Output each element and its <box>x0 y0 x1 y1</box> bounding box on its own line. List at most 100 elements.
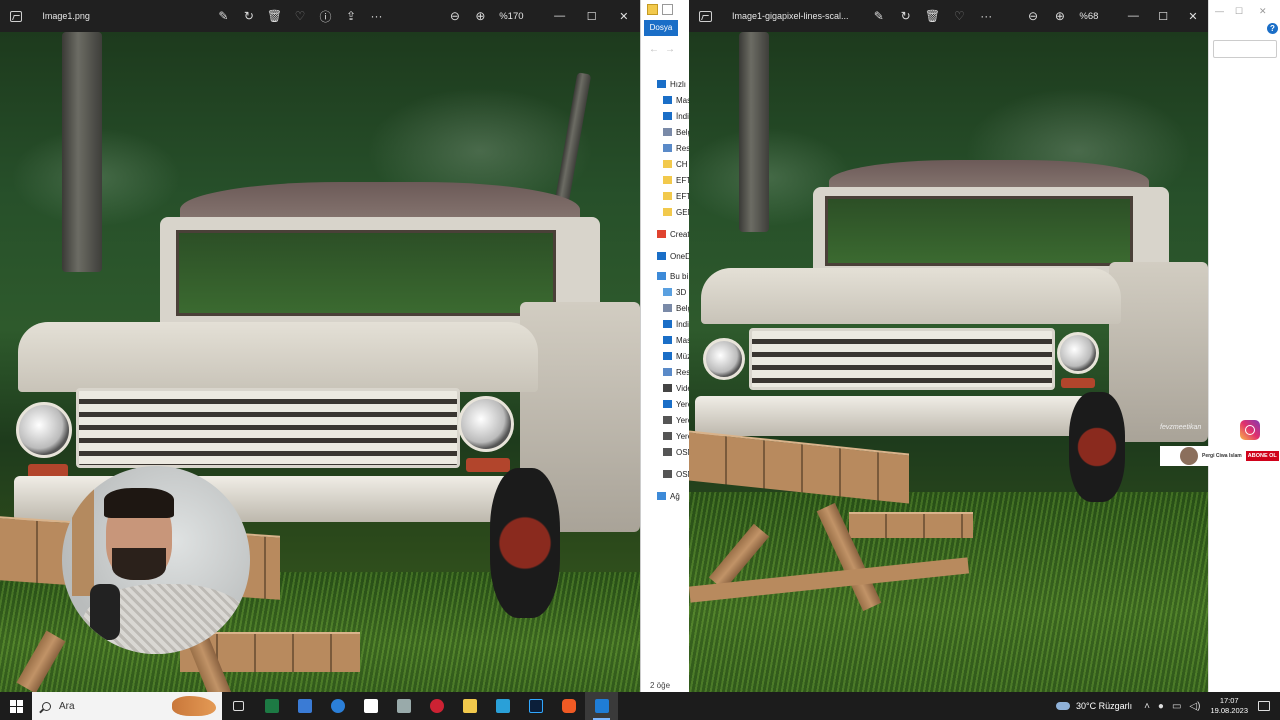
channel-name: Pergi Ciwa Islam <box>1202 453 1242 459</box>
task-view-button[interactable] <box>222 692 255 720</box>
subscribe-banner: Pergi Ciwa Islam ABONE OL <box>1160 446 1280 466</box>
nav-item[interactable]: 3D <box>641 284 689 300</box>
taskbar-app-typora[interactable] <box>354 692 387 720</box>
delete-icon[interactable]: 🗑 <box>262 0 288 32</box>
date: 19.08.2023 <box>1210 706 1248 715</box>
nav-arrows[interactable]: ←→ <box>649 44 681 55</box>
share-icon[interactable]: ⇪ <box>338 0 364 32</box>
taskbar-app-calculator[interactable] <box>288 692 321 720</box>
nav-item-label: OneD <box>670 251 689 261</box>
nav-item[interactable]: Belg <box>641 124 689 140</box>
clock[interactable]: 17:07 19.08.2023 <box>1210 696 1248 716</box>
taskbar-app-photoshop[interactable] <box>519 692 552 720</box>
taskbar-app-explorer[interactable] <box>453 692 486 720</box>
close-button[interactable]: ✕ <box>608 0 640 32</box>
download-icon <box>663 112 672 120</box>
nav-item-label: Mas <box>676 95 689 105</box>
close-button[interactable]: ✕ <box>1178 0 1208 32</box>
rotate-icon[interactable]: ↻ <box>892 0 919 32</box>
start-button[interactable] <box>0 692 32 720</box>
drive-icon <box>663 416 672 424</box>
zoom-out-icon[interactable]: ⊖ <box>442 0 468 32</box>
taskbar-app-excel[interactable] <box>255 692 288 720</box>
nav-item[interactable]: Bu bi <box>641 268 689 284</box>
nav-item[interactable]: İndi <box>641 316 689 332</box>
zoom-level[interactable]: %68 <box>1079 11 1098 22</box>
nav-item[interactable]: İndi <box>641 108 689 124</box>
nav-item-label: Resi <box>676 143 689 153</box>
maximize-button[interactable]: ☐ <box>576 0 608 32</box>
ribbon-file-tab[interactable]: Dosya <box>644 20 678 36</box>
file-explorer: Dosya ←→ Hızlı Mas İndi Belg Resi CH EFT EFT GEN… <box>640 0 689 692</box>
microphone-icon[interactable]: ● <box>1158 701 1164 712</box>
help-icon[interactable]: ? <box>1267 23 1278 34</box>
zoom-out-icon[interactable]: ⊖ <box>1020 0 1047 32</box>
zoom-level[interactable]: %170 <box>499 11 523 22</box>
properties-icon[interactable] <box>662 4 673 15</box>
photo-canvas-right[interactable] <box>689 32 1208 692</box>
taskbar-app-photos[interactable] <box>585 692 618 720</box>
nav-item[interactable]: OSM <box>641 444 689 460</box>
delete-icon[interactable]: 🗑 <box>919 0 946 32</box>
taskbar-app-tool[interactable] <box>387 692 420 720</box>
taskbar-app-browser[interactable] <box>321 692 354 720</box>
titlebar-left: Image1.png ✎ ↻ 🗑 ♡ ⓘ ⇪ ··· ⊖ ⊕ %170 — ☐ … <box>0 0 640 32</box>
subscribe-badge: ABONE OL <box>1245 451 1279 461</box>
rotate-icon[interactable]: ↻ <box>236 0 262 32</box>
minimize-button[interactable]: — <box>1215 6 1224 16</box>
recorder-icon <box>429 699 444 713</box>
favorite-icon[interactable]: ♡ <box>287 0 313 32</box>
nav-item[interactable]: CH <box>641 156 689 172</box>
nav-item[interactable]: Creat <box>641 226 689 242</box>
more-icon[interactable]: ··· <box>973 0 1000 32</box>
close-button[interactable]: ✕ <box>1259 6 1267 17</box>
taskbar-app-brave[interactable] <box>552 692 585 720</box>
nav-item[interactable]: Vide <box>641 380 689 396</box>
weather-widget[interactable]: 30°C Rüzgarlı <box>1055 701 1132 711</box>
favorite-icon[interactable]: ♡ <box>946 0 973 32</box>
nav-item-label: Belg <box>676 127 689 137</box>
minimize-button[interactable]: — <box>1118 0 1148 32</box>
nav-item-label: GEN <box>676 207 689 217</box>
nav-item[interactable]: Yere <box>641 396 689 412</box>
nav-item[interactable]: Resi <box>641 140 689 156</box>
folder-icon <box>462 699 477 713</box>
nav-item[interactable]: Yere <box>641 412 689 428</box>
info-icon[interactable]: ⓘ <box>313 0 339 32</box>
folder-icon[interactable] <box>647 4 658 15</box>
maximize-button[interactable]: ☐ <box>1235 6 1243 17</box>
browser-icon <box>330 699 345 713</box>
nav-item[interactable]: Resi <box>641 364 689 380</box>
nav-item-label: OSM <box>676 469 689 479</box>
maximize-button[interactable]: ☐ <box>1148 0 1178 32</box>
nav-item[interactable]: Müz <box>641 348 689 364</box>
nav-item[interactable]: Yere <box>641 428 689 444</box>
chevron-up-icon[interactable]: ˄ <box>1144 701 1150 712</box>
taskbar-search[interactable]: Ara <box>32 692 222 720</box>
nav-item[interactable]: OneD <box>641 248 689 264</box>
edit-image-icon[interactable]: ✎ <box>865 0 892 32</box>
nav-item[interactable]: EFT <box>641 188 689 204</box>
text-editor-icon <box>363 699 378 713</box>
network-icon[interactable]: ▭ <box>1172 701 1181 712</box>
nav-item[interactable]: EFT <box>641 172 689 188</box>
minimize-button[interactable]: — <box>544 0 576 32</box>
taskbar-app-gigapixel[interactable] <box>486 692 519 720</box>
nav-item[interactable]: Ağ <box>641 488 689 504</box>
nav-item[interactable]: GEN <box>641 204 689 220</box>
notification-icon[interactable] <box>1258 701 1270 711</box>
download-icon <box>663 320 672 328</box>
nav-item[interactable]: Mas <box>641 332 689 348</box>
nav-item[interactable]: Belg <box>641 300 689 316</box>
nav-item[interactable]: Hızlı <box>641 76 689 92</box>
volume-icon[interactable]: ◁) <box>1189 701 1200 712</box>
search-input[interactable] <box>1213 40 1277 58</box>
nav-item[interactable]: OSM <box>641 466 689 482</box>
zoom-in-icon[interactable]: ⊕ <box>1047 0 1074 32</box>
nav-item[interactable]: Mas <box>641 92 689 108</box>
edit-image-icon[interactable]: ✎ <box>211 0 237 32</box>
zoom-in-icon[interactable]: ⊕ <box>468 0 494 32</box>
more-icon[interactable]: ··· <box>364 0 390 32</box>
taskbar-app-recorder[interactable] <box>420 692 453 720</box>
folder-icon <box>663 160 672 168</box>
